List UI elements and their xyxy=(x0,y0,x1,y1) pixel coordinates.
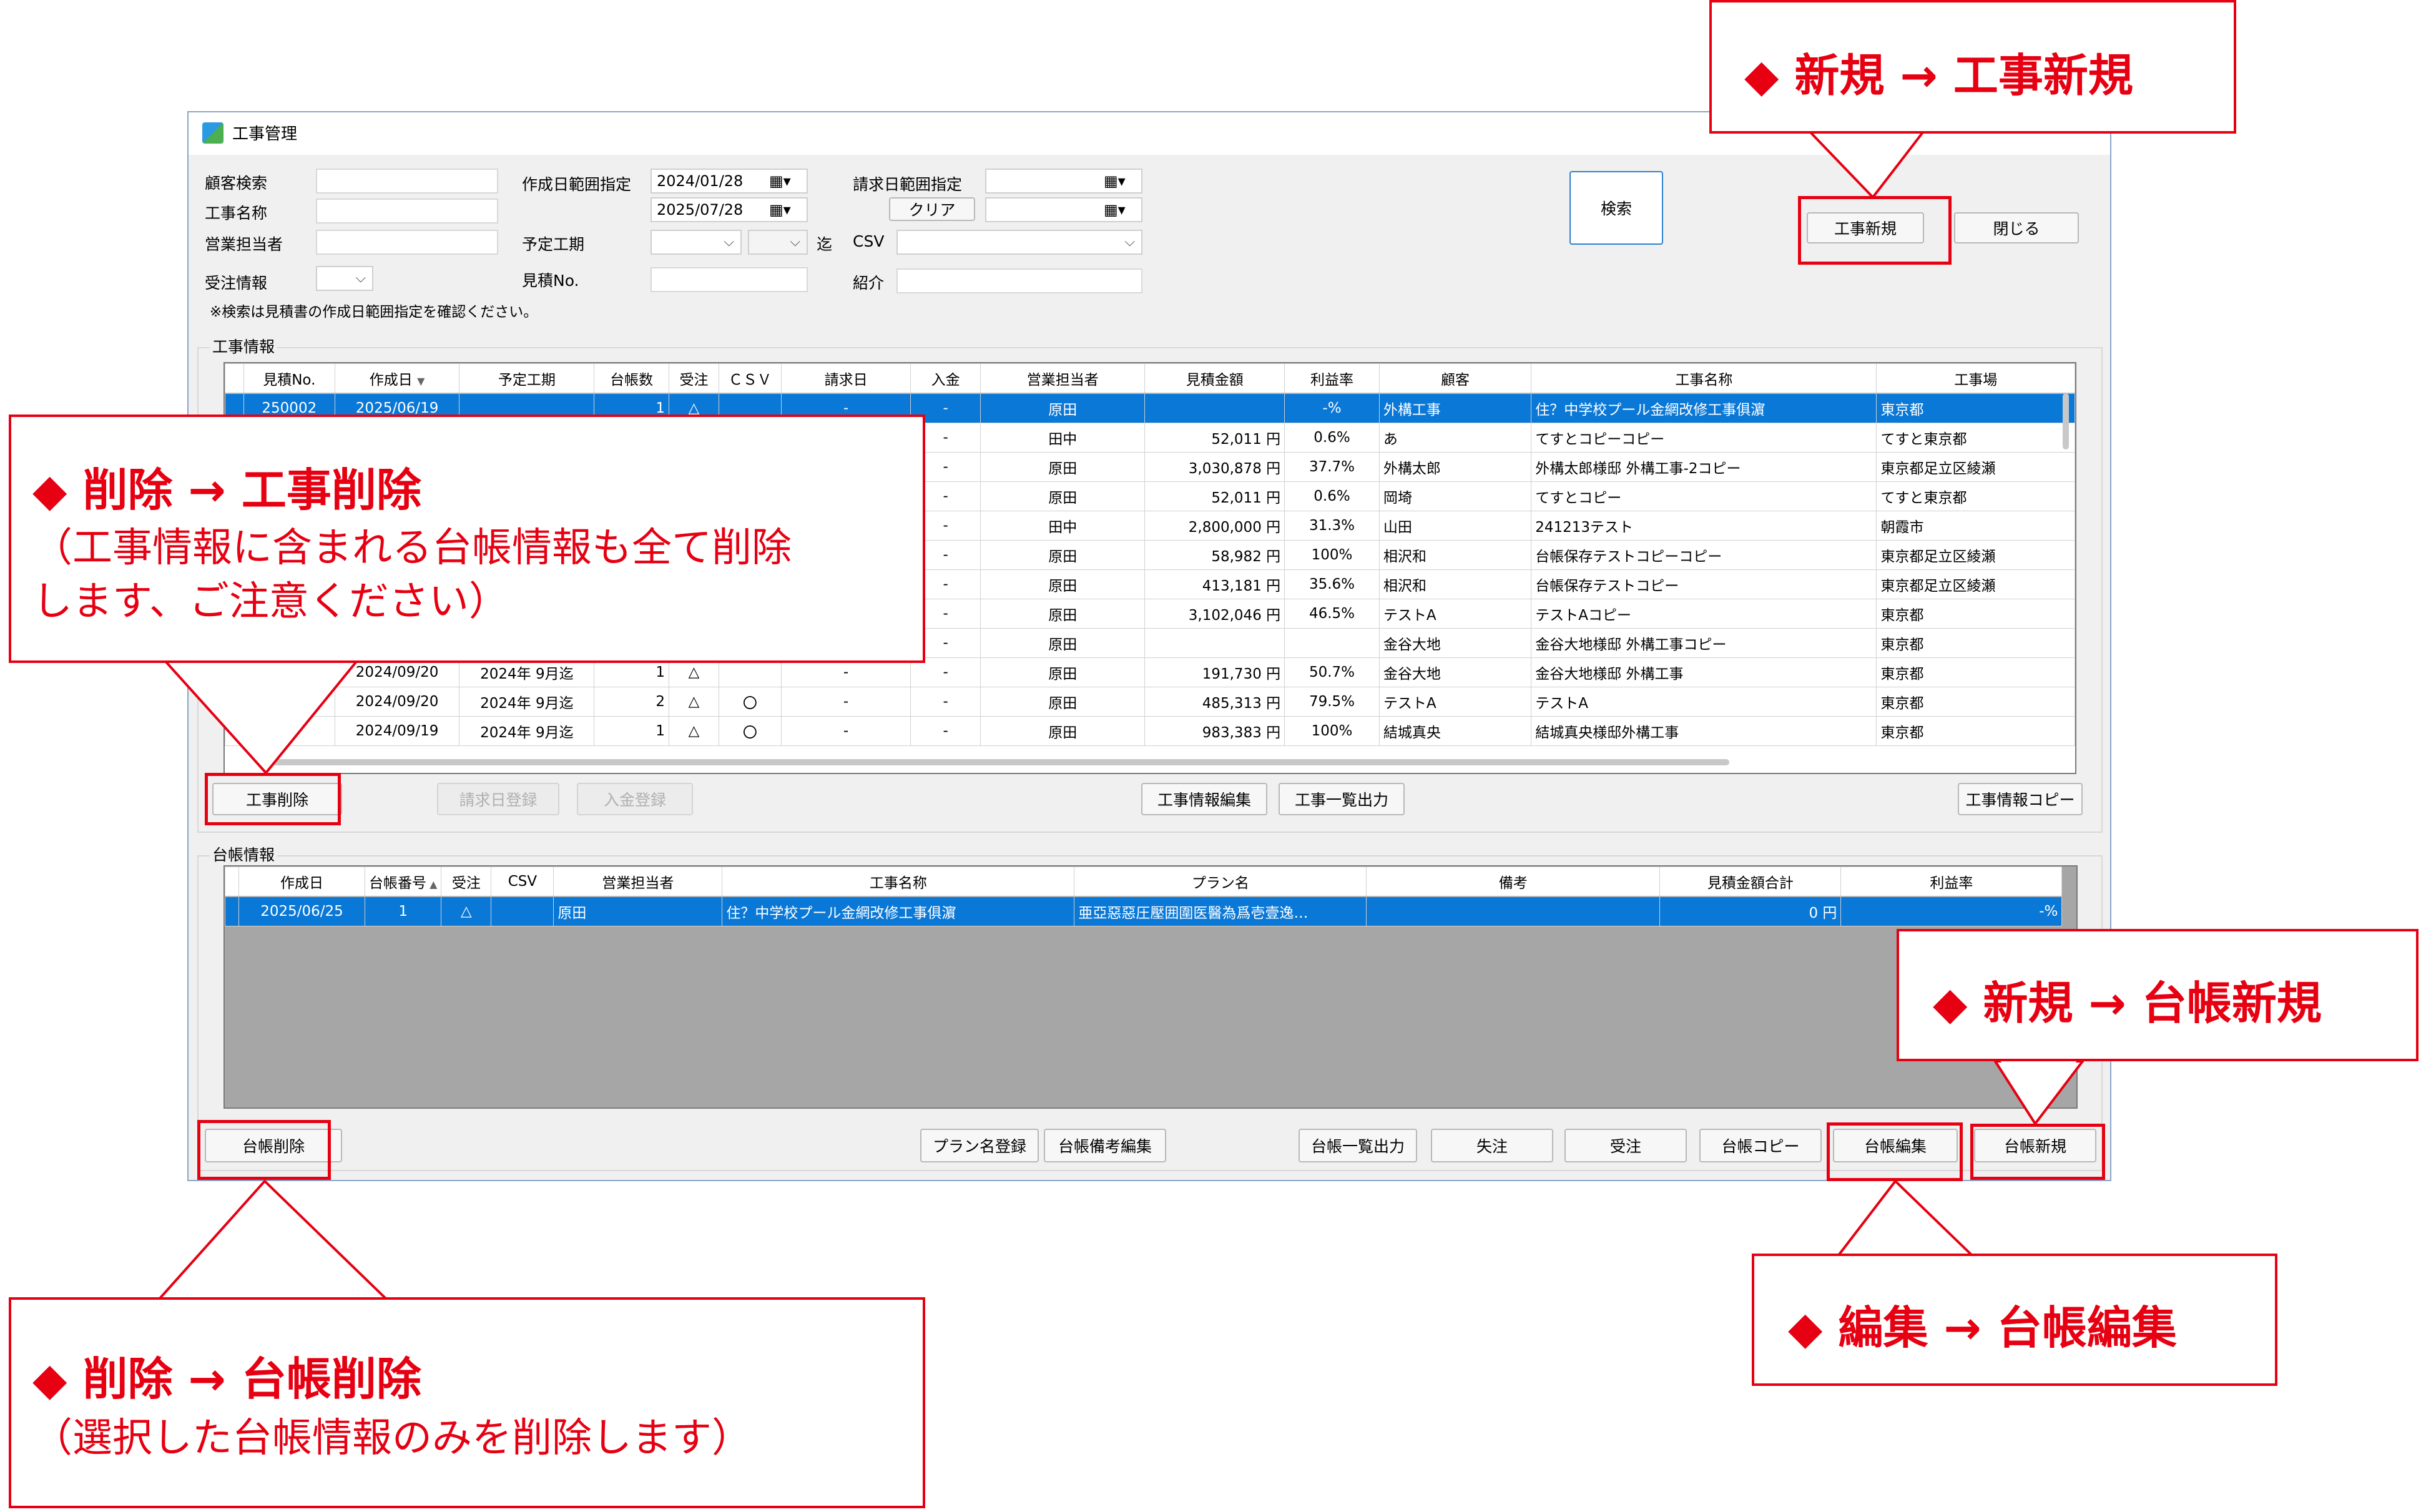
callout-title: ◆ 削除 → 工事削除 xyxy=(32,464,421,516)
new-project-callout: ◆ 新規 → 工事新規 xyxy=(1709,0,2236,134)
delete-project-callout: ◆ 削除 → 工事削除 （工事情報に含まれる台帳情報も全て削除 します、ご注意く… xyxy=(9,415,925,663)
delete-ledger-callout: ◆ 削除 → 台帳削除 （選択した台帳情報のみを削除します） xyxy=(9,1297,925,1508)
callout-note: （選択した台帳情報のみを削除します） xyxy=(32,1415,752,1461)
new-ledger-callout: ◆ 新規 → 台帳新規 xyxy=(1897,929,2419,1061)
callout-note: します、ご注意ください） xyxy=(32,579,509,625)
callout-title: ◆ 新規 → 台帳新規 xyxy=(1933,977,2322,1029)
callout-title: ◆ 編集 → 台帳編集 xyxy=(1788,1302,2177,1354)
callout-note: （工事情報に含まれる台帳情報も全て削除 xyxy=(32,525,792,571)
callout-title: ◆ 削除 → 台帳削除 xyxy=(32,1353,421,1405)
edit-ledger-callout: ◆ 編集 → 台帳編集 xyxy=(1752,1254,2277,1386)
callout-title: ◆ 新規 → 工事新規 xyxy=(1744,49,2133,102)
